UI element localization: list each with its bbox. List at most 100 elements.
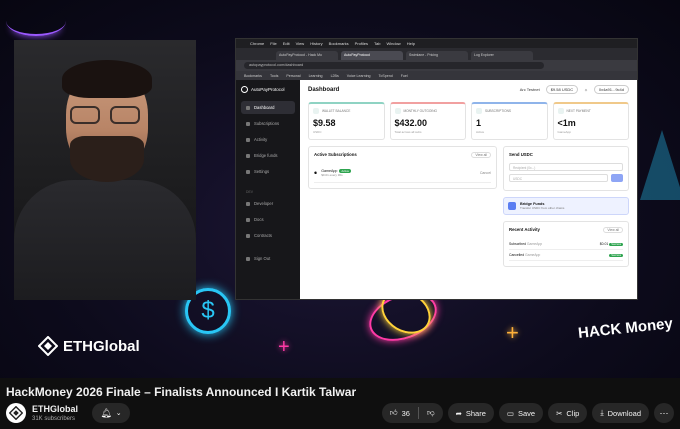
docs-icon bbox=[246, 217, 250, 222]
recipient-input[interactable]: Recipient (0x...) bbox=[509, 163, 623, 171]
bookmark-item[interactable]: ToSpend bbox=[379, 74, 393, 78]
channel-row: ETHGlobal 31K subscribers 🔔︎ ⌄ 👍︎ 36 👎︎ ➦… bbox=[6, 400, 674, 426]
neon-plus-left: + bbox=[278, 336, 290, 358]
subscription-row[interactable]: ⚈ GameApp Active $0.01 every 30s Cancel bbox=[314, 164, 491, 183]
url-field[interactable]: autopayprotocol.com/dashboard bbox=[244, 62, 544, 69]
ethglobal-logo-icon bbox=[9, 406, 23, 420]
browser-tab[interactable]: Log Explorer bbox=[471, 51, 533, 60]
browser-tab[interactable]: AutoPayProtocol - Hack Mo bbox=[276, 51, 338, 60]
network-indicator[interactable]: Arc Testnet bbox=[520, 87, 540, 92]
nav-contracts[interactable]: Contracts bbox=[241, 229, 295, 242]
bookmarks-bar: Bookmarks Tools Personal Learning L2Bs V… bbox=[236, 71, 637, 80]
browser-tab-active[interactable]: AutoPayProtocol bbox=[341, 51, 403, 60]
app-logo: AutoPayProtocol bbox=[241, 86, 295, 93]
app-sidebar: AutoPayProtocol Dashboard Subscriptions … bbox=[236, 80, 300, 299]
menu-view[interactable]: View bbox=[296, 41, 305, 46]
menu-help[interactable]: Help bbox=[407, 41, 415, 46]
view-all-button[interactable]: View all bbox=[471, 152, 491, 158]
notification-bell-button[interactable]: 🔔︎ ⌄ bbox=[92, 403, 131, 423]
stat-card-outgoing: MONTHLY OUTGOING $432.00 Total across al… bbox=[389, 102, 466, 140]
clip-button[interactable]: ✂ Clip bbox=[548, 403, 588, 423]
bookmark-item[interactable]: Bookmarks bbox=[244, 74, 262, 78]
bridge-icon bbox=[508, 202, 516, 210]
menu-chrome[interactable]: Chrome bbox=[250, 41, 264, 46]
subscriptions-icon bbox=[246, 121, 250, 126]
neon-arrow-right bbox=[640, 130, 680, 200]
theme-toggle-icon[interactable]: ☼ bbox=[584, 87, 588, 92]
code-icon bbox=[246, 201, 250, 206]
logout-icon bbox=[246, 256, 250, 261]
screen-share: Chrome File Edit View History Bookmarks … bbox=[235, 38, 638, 300]
dashboard-main: Dashboard Arc Testnet $9.58 USDC ☼ 0x4a9… bbox=[300, 80, 637, 299]
ethglobal-logo-icon bbox=[38, 336, 58, 356]
active-subscriptions-panel: Active Subscriptions View all ⚈ GameApp Ac… bbox=[308, 146, 497, 189]
wallet-icon bbox=[313, 108, 319, 114]
menu-history[interactable]: History bbox=[310, 41, 322, 46]
page-title: Dashboard bbox=[308, 86, 340, 93]
clock-icon bbox=[557, 108, 564, 114]
browser-tab[interactable]: Swimlane - Pricing bbox=[406, 51, 468, 60]
hackmoney-logo: HACK Money bbox=[577, 315, 674, 342]
menu-profiles[interactable]: Profiles bbox=[355, 41, 368, 46]
more-options-button[interactable]: ⋯ bbox=[654, 403, 674, 423]
dashboard-icon bbox=[246, 105, 250, 110]
nav-sign-out[interactable]: Sign Out bbox=[241, 252, 295, 265]
neon-squiggle-left bbox=[6, 6, 66, 36]
save-button[interactable]: ▭ Save bbox=[498, 403, 544, 423]
activity-row[interactable]: Cancelled GameApp Success bbox=[509, 250, 623, 261]
menu-bookmarks[interactable]: Bookmarks bbox=[329, 41, 349, 46]
nav-bridge-funds[interactable]: Bridge funds bbox=[241, 149, 295, 162]
stats-cards: WALLET BALANCE $9.58 USDC MONTHLY OUTGOI… bbox=[308, 102, 629, 140]
bridge-funds-card[interactable]: Bridge Funds Transfer USDC from other cha… bbox=[503, 197, 629, 215]
menu-tab[interactable]: Tab bbox=[374, 41, 380, 46]
like-button[interactable]: 👍︎ 36 bbox=[382, 403, 418, 423]
wallet-address-chip[interactable]: 0x4a91...9c4d bbox=[593, 85, 629, 94]
address-bar-row: autopayprotocol.com/dashboard bbox=[236, 60, 637, 71]
thumbs-down-icon: 👎︎ bbox=[426, 408, 435, 417]
balance-chip[interactable]: $9.58 USDC bbox=[545, 85, 579, 94]
stat-card-wallet: WALLET BALANCE $9.58 USDC bbox=[308, 102, 385, 140]
video-player[interactable]: $ + + Chrome File Edit View History Book… bbox=[0, 0, 680, 378]
gear-icon bbox=[246, 169, 250, 174]
send-button[interactable] bbox=[611, 174, 623, 182]
send-usdc-panel: Send USDC Recipient (0x...) USDC bbox=[503, 146, 629, 191]
nav-settings[interactable]: Settings bbox=[241, 165, 295, 178]
gamepad-icon: ⚈ bbox=[314, 171, 318, 175]
bookmark-item[interactable]: Learning bbox=[309, 74, 323, 78]
bookmark-item[interactable]: L2Bs bbox=[331, 74, 339, 78]
recent-activity-panel: Recent Activity View all Subscribed GameA… bbox=[503, 221, 629, 267]
view-all-activity-button[interactable]: View all bbox=[603, 227, 623, 233]
nav-developer[interactable]: Developer bbox=[241, 197, 295, 210]
nav-docs[interactable]: Docs bbox=[241, 213, 295, 226]
scissors-icon: ✂ bbox=[556, 408, 563, 418]
mac-menu-bar: Chrome File Edit View History Bookmarks … bbox=[236, 39, 637, 48]
bell-icon: 🔔︎ bbox=[100, 407, 112, 418]
nav-subscriptions[interactable]: Subscriptions bbox=[241, 117, 295, 130]
subscriber-count: 31K subscribers bbox=[32, 416, 76, 422]
channel-name[interactable]: ETHGlobal bbox=[32, 404, 78, 414]
amount-input[interactable]: USDC bbox=[509, 174, 608, 182]
cancel-subscription-button[interactable]: Cancel bbox=[480, 171, 491, 175]
bookmark-item[interactable]: Fuel bbox=[401, 74, 408, 78]
bookmark-item[interactable]: Personal bbox=[286, 74, 300, 78]
ethglobal-watermark: ETHGlobal bbox=[38, 336, 140, 356]
bookmark-icon: ▭ bbox=[506, 408, 514, 418]
bookmark-item[interactable]: Tools bbox=[270, 74, 278, 78]
download-button[interactable]: ⤓ Download bbox=[592, 403, 649, 423]
more-icon: ⋯ bbox=[659, 407, 669, 418]
menu-edit[interactable]: Edit bbox=[283, 41, 290, 46]
bridge-icon bbox=[246, 153, 250, 158]
channel-avatar[interactable] bbox=[6, 403, 26, 423]
glasses bbox=[70, 106, 144, 126]
menu-file[interactable]: File bbox=[270, 41, 276, 46]
bookmark-item[interactable]: Voice Learning bbox=[347, 74, 371, 78]
menu-window[interactable]: Window bbox=[386, 41, 400, 46]
dislike-button[interactable]: 👎︎ bbox=[419, 403, 443, 423]
stat-card-next-payment: NEXT PAYMENT <1m GameApp bbox=[552, 102, 629, 140]
share-button[interactable]: ➦ Share bbox=[447, 403, 494, 423]
thumbs-up-icon: 👍︎ bbox=[389, 408, 398, 417]
activity-row[interactable]: Subscribed GameApp $0.01 Success bbox=[509, 239, 623, 250]
nav-activity[interactable]: Activity bbox=[241, 133, 295, 146]
activity-icon bbox=[246, 137, 250, 142]
nav-dashboard[interactable]: Dashboard bbox=[241, 101, 295, 114]
